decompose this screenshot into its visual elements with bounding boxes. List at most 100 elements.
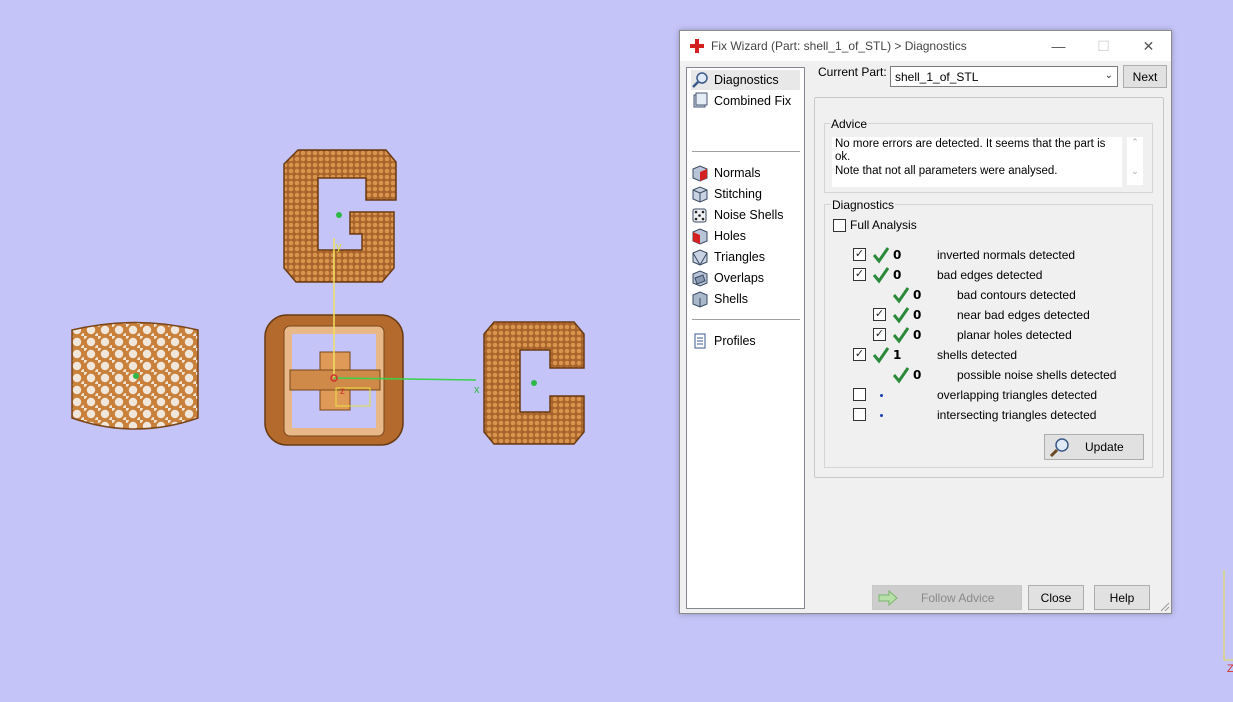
full-analysis-label: Full Analysis: [850, 218, 917, 232]
diagnostics-legend: Diagnostics: [831, 198, 896, 212]
nav-item-label: Triangles: [714, 250, 765, 264]
minimize-button[interactable]: —: [1036, 31, 1081, 61]
overlapping-triangles-label: overlapping triangles detected: [937, 388, 1098, 402]
shells-cube-icon: [692, 291, 708, 308]
green-check-icon: [892, 307, 910, 324]
near-bad-edges-count: 0: [913, 308, 922, 322]
combined-fix-icon: [693, 92, 708, 108]
nav-item-label: Diagnostics: [714, 73, 779, 87]
planar-holes-label: planar holes detected: [957, 328, 1072, 342]
green-check-icon: [872, 267, 890, 284]
bad-edges-count: 0: [893, 268, 902, 282]
shells-label: shells detected: [937, 348, 1018, 362]
shells-count: 1: [893, 348, 902, 362]
scroll-up-icon[interactable]: ⌃: [1127, 137, 1143, 148]
green-check-icon: [892, 287, 910, 304]
ring-honeycomb-model[interactable]: [71, 321, 199, 430]
close-window-button[interactable]: ✕: [1126, 31, 1171, 61]
axis-y-label: y: [336, 241, 342, 253]
nav-item-holes[interactable]: Holes: [691, 226, 746, 246]
intersecting-triangles-checkbox[interactable]: [853, 408, 866, 421]
inverted-normals-checkbox[interactable]: ✓: [853, 248, 866, 261]
full-analysis-option[interactable]: Full Analysis: [833, 218, 917, 232]
update-label: Update: [1085, 440, 1124, 454]
resize-grip-icon[interactable]: [1158, 600, 1170, 612]
advice-line-1: No more errors are detected. It seems th…: [835, 138, 1106, 163]
full-analysis-checkbox[interactable]: [833, 218, 846, 232]
nav-item-combined-fix[interactable]: Combined Fix: [691, 91, 791, 111]
scroll-down-icon[interactable]: ⌄: [1127, 166, 1143, 177]
current-part-value: shell_1_of_STL: [895, 70, 979, 84]
nav-item-label: Holes: [714, 229, 746, 243]
intersecting-triangles-label: intersecting triangles detected: [937, 408, 1097, 422]
nav-item-stitching[interactable]: Stitching: [691, 184, 762, 204]
close-button[interactable]: Close: [1028, 585, 1084, 610]
nav-separator: [692, 319, 800, 320]
fix-wizard-dialog: Fix Wizard (Part: shell_1_of_STL) > Diag…: [679, 30, 1172, 614]
maximize-button[interactable]: ☐: [1081, 31, 1126, 61]
bad-edges-label: bad edges detected: [937, 268, 1043, 282]
green-check-icon: [872, 247, 890, 264]
dialog-title: Fix Wizard (Part: shell_1_of_STL) > Diag…: [711, 39, 967, 53]
nav-item-shells[interactable]: Shells: [691, 289, 748, 309]
follow-advice-label: Follow Advice: [921, 590, 995, 605]
arrow-right-icon: [878, 589, 898, 606]
profile-document-icon: [694, 333, 706, 349]
near-bad-edges-label: near bad edges detected: [957, 308, 1090, 322]
triangles-cube-icon: [692, 249, 708, 266]
nav-item-label: Overlaps: [714, 271, 765, 285]
holes-cube-icon: [692, 228, 708, 245]
stitching-cube-icon: [692, 186, 708, 203]
update-button[interactable]: Update: [1044, 434, 1144, 460]
chevron-down-icon: ⌄: [1104, 70, 1113, 81]
bad-contours-label: bad contours detected: [957, 288, 1076, 302]
letter-g-top-model[interactable]: [283, 149, 397, 283]
planar-holes-checkbox[interactable]: ✓: [873, 328, 886, 341]
dialog-titlebar[interactable]: Fix Wizard (Part: shell_1_of_STL) > Diag…: [680, 31, 1171, 61]
corner-z-label: Z: [1227, 663, 1233, 675]
nav-item-label: Normals: [714, 166, 761, 180]
nav-item-diagnostics[interactable]: Diagnostics: [691, 70, 800, 90]
overlapping-triangles-checkbox[interactable]: [853, 388, 866, 401]
advice-textbox[interactable]: No more errors are detected. It seems th…: [832, 137, 1122, 187]
magnifier-icon: [692, 72, 708, 88]
magnifier-icon: [1049, 438, 1069, 457]
nav-item-overlaps[interactable]: Overlaps: [691, 268, 764, 288]
nav-item-label: Combined Fix: [714, 94, 792, 108]
advice-scrollbar[interactable]: ⌃ ⌄: [1127, 137, 1143, 185]
green-check-icon: [892, 367, 910, 384]
nav-item-noise-shells[interactable]: Noise Shells: [691, 205, 783, 225]
red-cross-icon: [690, 39, 704, 53]
follow-advice-button[interactable]: Follow Advice: [872, 585, 1022, 610]
advice-line-2: Note that not all parameters were analys…: [835, 165, 1058, 177]
noise-shells-dice-icon: [692, 208, 707, 223]
axis-z-label: z: [340, 386, 345, 397]
green-check-icon: [892, 327, 910, 344]
nav-item-normals[interactable]: Normals: [691, 163, 761, 183]
near-bad-edges-checkbox[interactable]: ✓: [873, 308, 886, 321]
green-check-icon: [872, 347, 890, 364]
status-dot-icon: [880, 394, 883, 397]
corner-orientation-triad: Z: [1223, 570, 1233, 675]
nav-item-label: Noise Shells: [714, 208, 784, 222]
inverted-normals-count: 0: [893, 248, 902, 262]
nav-separator: [692, 151, 800, 152]
nav-item-label: Profiles: [714, 334, 756, 348]
next-button[interactable]: Next: [1123, 65, 1167, 88]
nav-item-profiles[interactable]: Profiles: [691, 331, 756, 351]
bad-edges-checkbox[interactable]: ✓: [853, 268, 866, 281]
noise-shells-label: possible noise shells detected: [957, 368, 1117, 382]
nav-item-triangles[interactable]: Triangles: [691, 247, 765, 267]
letter-c-right-model[interactable]: [483, 321, 585, 445]
current-part-label: Current Part:: [818, 65, 887, 79]
fix-wizard-nav: Diagnostics Combined Fix Normals Stitchi…: [686, 67, 805, 609]
current-part-select[interactable]: shell_1_of_STL ⌄: [890, 66, 1118, 87]
nav-item-label: Shells: [714, 292, 749, 306]
bad-contours-count: 0: [913, 288, 922, 302]
help-button[interactable]: Help: [1094, 585, 1150, 610]
advice-legend: Advice: [830, 117, 869, 131]
inverted-normals-label: inverted normals detected: [937, 248, 1076, 262]
shells-checkbox[interactable]: ✓: [853, 348, 866, 361]
nav-item-label: Stitching: [714, 187, 762, 201]
status-dot-icon: [880, 414, 883, 417]
